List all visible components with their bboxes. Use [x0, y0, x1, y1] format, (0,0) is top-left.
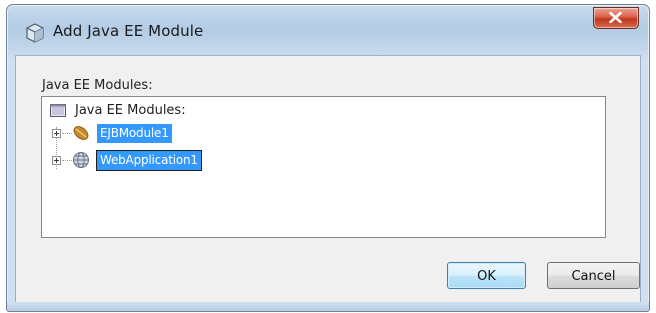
close-icon — [609, 12, 622, 23]
tree-branch-line — [62, 160, 72, 162]
tree-node-ejbmodule[interactable]: EJBModule1 — [97, 124, 172, 143]
dialog-title: Add Java EE Module — [53, 22, 204, 40]
expand-toggle-ejbmodule[interactable] — [52, 129, 61, 138]
tree-branch-line — [62, 133, 72, 135]
title-bar[interactable]: Add Java EE Module — [7, 5, 649, 55]
modules-section-label: Java EE Modules: — [42, 78, 153, 93]
tree-node-webapplication[interactable]: WebApplication1 — [96, 150, 202, 171]
java-ee-module-icon — [25, 23, 45, 43]
close-button[interactable] — [593, 7, 639, 29]
tree-root-label: Java EE Modules: — [75, 102, 186, 118]
folder-icon — [50, 104, 66, 117]
cancel-button[interactable]: Cancel — [547, 262, 640, 289]
dialog-window: Add Java EE Module Java EE Modules: Java… — [6, 4, 650, 312]
globe-icon — [73, 152, 89, 168]
window-bottom-frame — [7, 302, 649, 311]
modules-tree[interactable]: Java EE Modules: EJBModule1 WebApplicati… — [41, 96, 606, 238]
bean-icon — [73, 126, 89, 140]
dialog-body: Java EE Modules: Java EE Modules: EJBMod… — [15, 55, 641, 303]
tree-root-row[interactable]: Java EE Modules: — [50, 99, 186, 121]
ok-button[interactable]: OK — [447, 262, 526, 289]
expand-toggle-webapplication[interactable] — [52, 156, 61, 165]
